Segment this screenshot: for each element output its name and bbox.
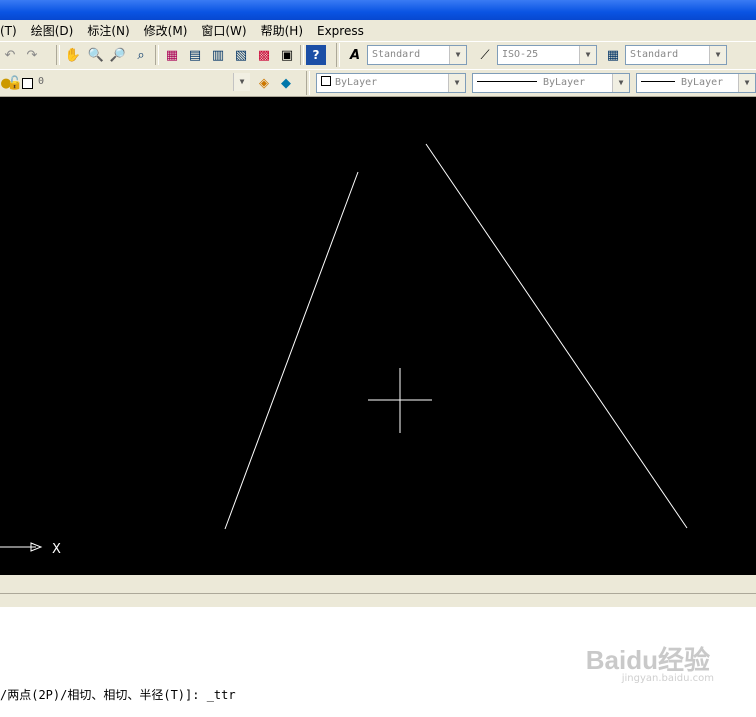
- layer-color-swatch[interactable]: [20, 73, 34, 93]
- chevron-down-icon: ▼: [448, 74, 465, 92]
- help-icon[interactable]: ?: [306, 45, 326, 65]
- chevron-down-icon: ▼: [709, 46, 726, 64]
- chevron-down-icon: ▼: [233, 73, 250, 91]
- menu-dimension[interactable]: 标注(N): [87, 22, 129, 39]
- lineweight-select[interactable]: ByLayer ▼: [636, 73, 756, 93]
- toolbar-separator: [306, 71, 310, 95]
- text-style-icon[interactable]: A: [345, 45, 365, 65]
- drawing-canvas[interactable]: X: [0, 97, 756, 575]
- watermark-logo: Baidu经验: [585, 645, 710, 675]
- zoom-realtime-icon[interactable]: 🔍: [86, 45, 106, 65]
- toolbar-separator: [56, 45, 60, 65]
- calculator-icon[interactable]: ▣: [277, 45, 297, 65]
- tool-palettes-icon[interactable]: ▥: [208, 45, 228, 65]
- menu-draw[interactable]: 绘图(D): [31, 22, 74, 39]
- lineweight-preview: [641, 81, 675, 82]
- menu-tools[interactable]: (T): [0, 24, 17, 38]
- watermark-url: jingyan.baidu.com: [621, 673, 714, 684]
- menu-bar: (T) 绘图(D) 标注(N) 修改(M) 窗口(W) 帮助(H) Expres…: [0, 20, 756, 41]
- undo-icon[interactable]: ↶: [0, 45, 20, 65]
- markup-icon[interactable]: ▩: [254, 45, 274, 65]
- menu-window[interactable]: 窗口(W): [201, 22, 246, 39]
- command-window[interactable]: Baidu经验 jingyan.baidu.com /两点(2P)/相切、相切、…: [0, 607, 756, 717]
- sheet-set-icon[interactable]: ▧: [231, 45, 251, 65]
- chevron-down-icon: ▼: [579, 46, 596, 64]
- toolbar-separator: [300, 45, 304, 65]
- redo-icon[interactable]: ↷: [22, 45, 42, 65]
- toolbar-separator: [336, 43, 340, 67]
- table-style-select[interactable]: Standard ▼: [625, 45, 727, 65]
- linetype-preview: [477, 81, 537, 82]
- ucs-x-label: X: [52, 542, 61, 557]
- text-style-select[interactable]: Standard ▼: [367, 45, 467, 65]
- menu-modify[interactable]: 修改(M): [144, 22, 188, 39]
- design-center-icon[interactable]: ▤: [185, 45, 205, 65]
- layer-previous-icon[interactable]: ◆: [276, 73, 296, 93]
- dim-style-select[interactable]: ISO-25 ▼: [497, 45, 597, 65]
- make-layer-current-icon[interactable]: ◈: [254, 73, 274, 93]
- layers-toolbar: ● 🔓 0 ▼ ◈ ◆ ByLayer ▼ ByLayer ▼ ByLayer ▼: [0, 69, 756, 97]
- layer-select[interactable]: 0 ▼: [34, 73, 250, 93]
- divider: [0, 593, 756, 594]
- color-swatch: [321, 76, 331, 86]
- properties-icon[interactable]: ▦: [162, 45, 182, 65]
- standard-toolbar: ↶ ↷ ✋ 🔍 🔎 ⌕ ▦ ▤ ▥ ▧ ▩ ▣ ? A Standard ▼ ⟋ …: [0, 41, 756, 70]
- menu-express[interactable]: Express: [317, 24, 364, 38]
- color-select[interactable]: ByLayer ▼: [316, 73, 466, 93]
- zoom-window-icon[interactable]: 🔎: [108, 45, 128, 65]
- title-bar: [0, 0, 756, 20]
- zoom-previous-icon[interactable]: ⌕: [131, 45, 151, 65]
- pan-realtime-icon[interactable]: ✋: [63, 45, 83, 65]
- left-line[interactable]: [224, 171, 359, 530]
- chevron-down-icon: ▼: [738, 74, 755, 92]
- chevron-down-icon: ▼: [449, 46, 466, 64]
- layout-tabs-strip: [0, 575, 756, 608]
- command-prompt: /两点(2P)/相切、相切、半径(T)]: _ttr: [0, 688, 236, 702]
- linetype-select[interactable]: ByLayer ▼: [472, 73, 630, 93]
- dim-style-icon[interactable]: ⟋: [475, 45, 495, 65]
- menu-help[interactable]: 帮助(H): [261, 22, 303, 39]
- table-style-icon[interactable]: ▦: [603, 45, 623, 65]
- drawing-svg: X: [0, 143, 688, 557]
- right-line[interactable]: [425, 143, 688, 529]
- toolbar-separator: [155, 45, 159, 65]
- chevron-down-icon: ▼: [612, 74, 629, 92]
